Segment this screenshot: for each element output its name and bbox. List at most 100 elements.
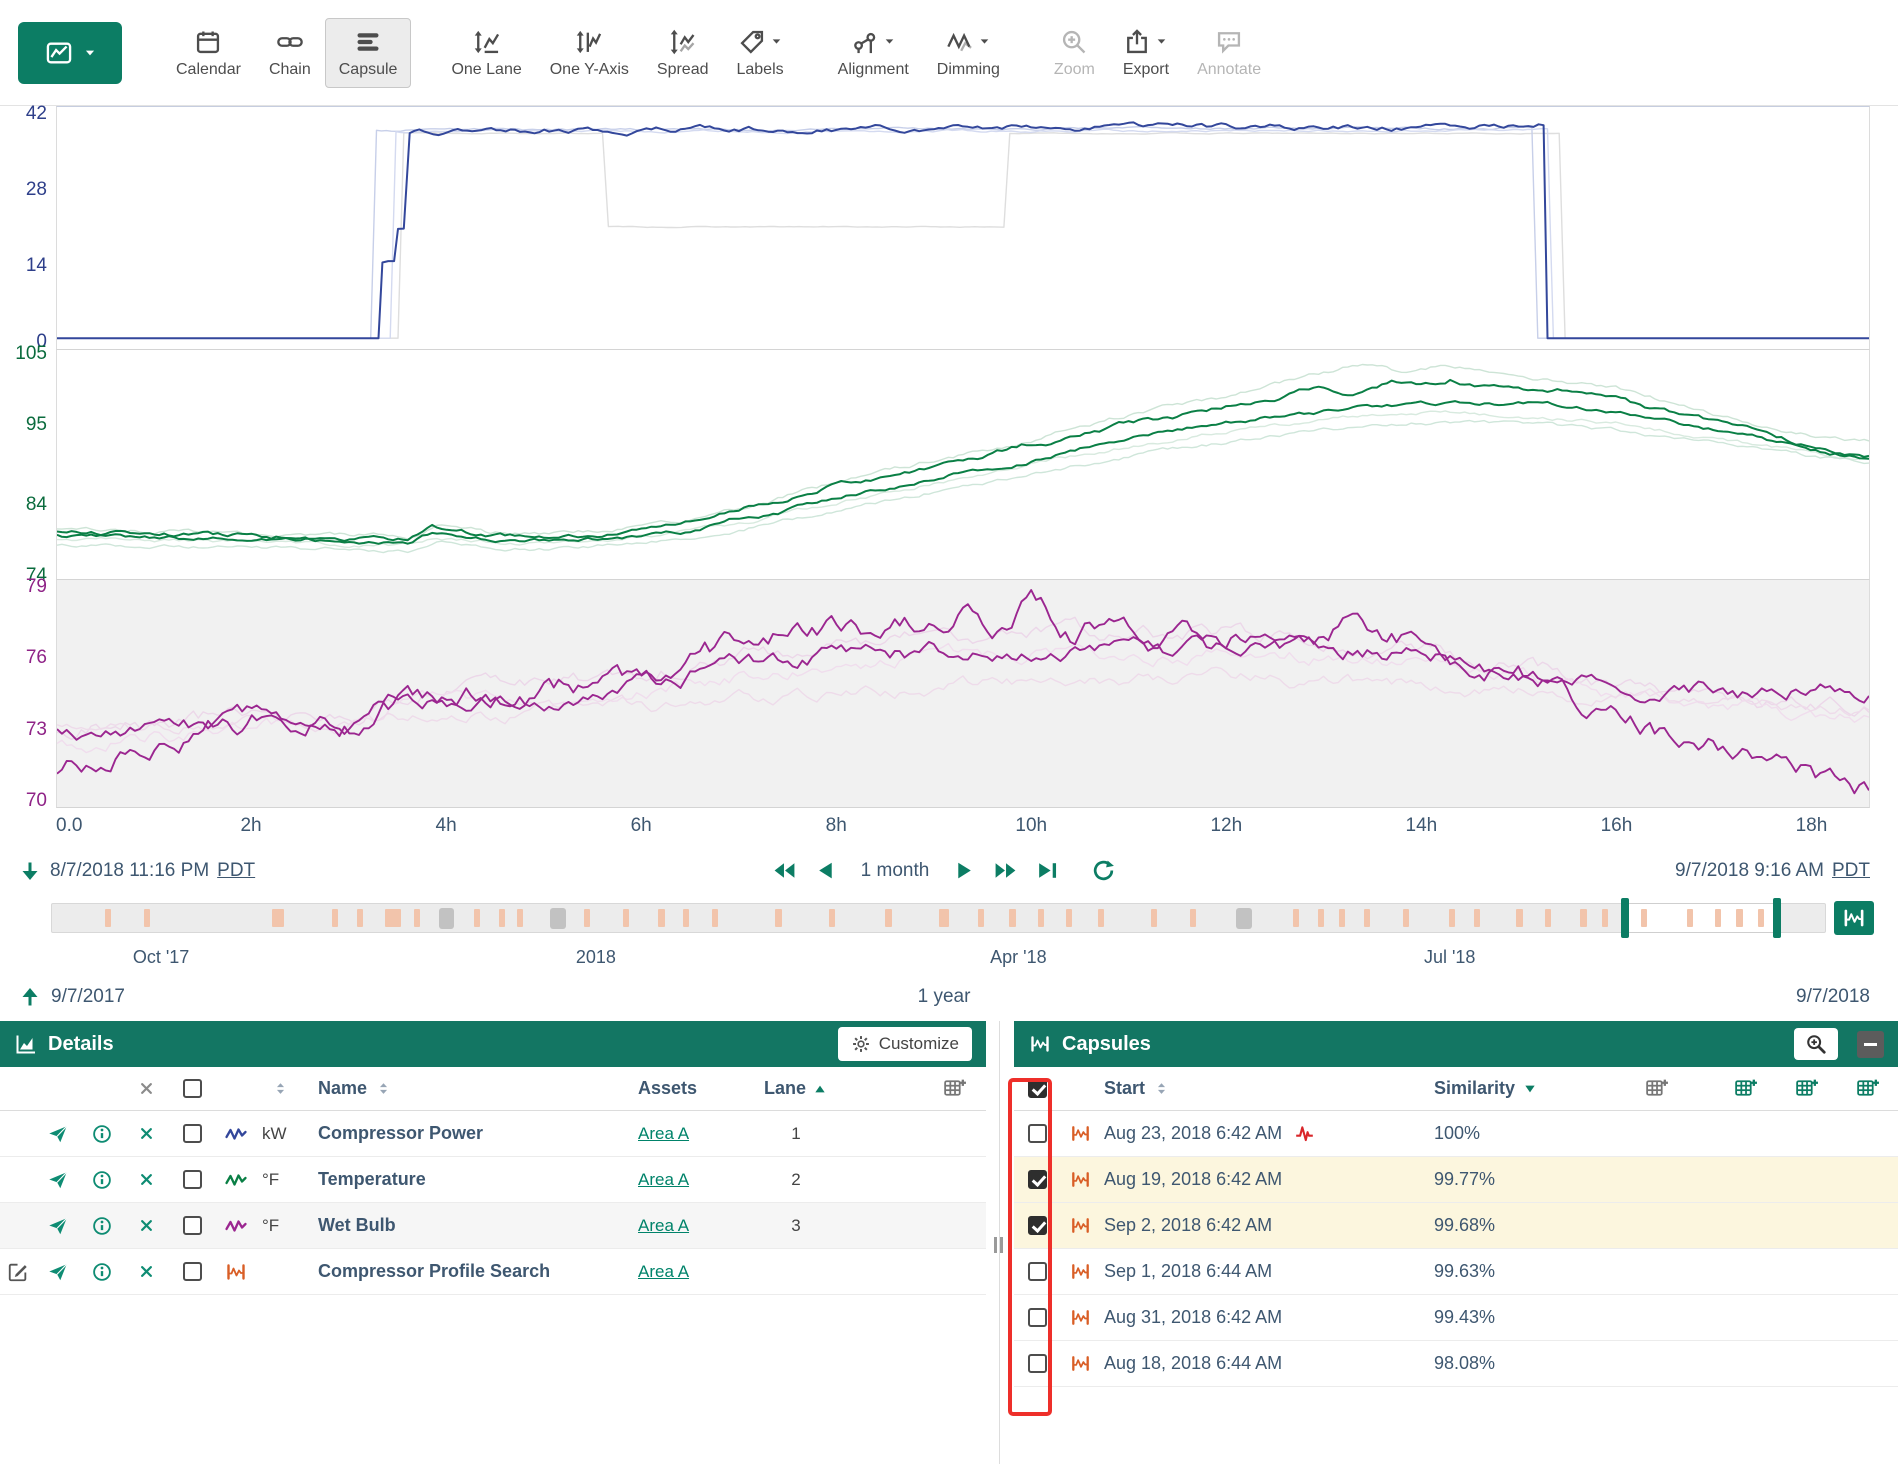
refresh-button[interactable] (1091, 858, 1116, 883)
zoom-to-capsule-button[interactable] (1794, 1028, 1838, 1060)
row-select-checkbox[interactable] (183, 1124, 202, 1143)
y-axis-wet-bulb[interactable]: 79767370 (0, 580, 56, 808)
select-all-capsules-checkbox[interactable] (1028, 1079, 1047, 1098)
timezone-link[interactable]: PDT (217, 860, 255, 882)
capsule-select-checkbox[interactable] (1028, 1262, 1047, 1281)
lane-plot-wet-bulb[interactable] (57, 580, 1869, 807)
toolbar-item-one-y-axis[interactable]: One Y-Axis (536, 18, 643, 88)
select-all-checkbox[interactable] (183, 1079, 202, 1098)
y-axis-temperature[interactable]: 105958474 (0, 350, 56, 580)
sort-ascending-icon[interactable] (812, 1081, 828, 1097)
toolbar-item-alignment[interactable]: Alignment (824, 18, 923, 88)
collapse-panel-button[interactable] (1857, 1031, 1884, 1058)
asset-link[interactable]: Area A (638, 1216, 689, 1236)
sort-icon[interactable] (1153, 1080, 1170, 1097)
y-axis-tick-label: 42 (26, 103, 47, 125)
capsule-row[interactable]: Aug 18, 2018 6:44 AM 98.08% (1014, 1341, 1898, 1387)
lane-plot-compressor-power[interactable] (57, 107, 1869, 349)
column-header-similarity[interactable]: Similarity (1434, 1078, 1515, 1099)
caret-down-icon (978, 35, 991, 48)
sort-icon[interactable] (272, 1080, 289, 1097)
asset-link[interactable]: Area A (638, 1170, 689, 1190)
capsule-select-checkbox[interactable] (1028, 1170, 1047, 1189)
toolbar-item-spread[interactable]: Spread (643, 18, 723, 88)
column-header-assets[interactable]: Assets (620, 1078, 750, 1099)
sort-icon[interactable] (375, 1080, 392, 1097)
capsule-row[interactable]: Aug 31, 2018 6:42 AM 99.43% (1014, 1295, 1898, 1341)
capsule-select-checkbox[interactable] (1028, 1124, 1047, 1143)
toolbar-item-capsule[interactable]: Capsule (325, 18, 412, 88)
sort-descending-icon[interactable] (1522, 1081, 1538, 1097)
pan-forward-button[interactable] (951, 858, 976, 883)
capsule-row[interactable]: Aug 19, 2018 6:42 AM 99.77% (1014, 1157, 1898, 1203)
remove-all-icon[interactable] (137, 1079, 156, 1098)
capsule-select-checkbox[interactable] (1028, 1354, 1047, 1373)
edit-icon[interactable] (7, 1261, 29, 1283)
pan-back-button[interactable] (814, 858, 839, 883)
customize-button[interactable]: Customize (838, 1027, 972, 1061)
details-row-wet-bulb[interactable]: °F Wet Bulb Area A 3 (0, 1203, 986, 1249)
capsule-row[interactable]: Sep 2, 2018 6:42 AM 99.68% (1014, 1203, 1898, 1249)
remove-icon[interactable] (137, 1124, 156, 1143)
lane-number: 1 (750, 1124, 842, 1144)
capsule-select-checkbox[interactable] (1028, 1216, 1047, 1235)
send-to-icon[interactable] (47, 1215, 69, 1237)
info-icon[interactable] (91, 1215, 113, 1237)
add-column-icon[interactable] (942, 1076, 967, 1101)
info-icon[interactable] (91, 1169, 113, 1191)
add-custom-column-icon[interactable] (1855, 1076, 1880, 1101)
timeline-selection-window[interactable] (1625, 903, 1777, 933)
splitter-grip-icon[interactable] (994, 1237, 1003, 1253)
toolbar-item-export[interactable]: Export (1109, 18, 1183, 88)
timeline-track[interactable] (51, 903, 1826, 933)
remove-icon[interactable] (137, 1262, 156, 1281)
x-axis[interactable]: 0.02h4h6h8h10h12h14h16h18h (56, 808, 1870, 846)
info-icon[interactable] (91, 1261, 113, 1283)
lane-plot-temperature[interactable] (57, 350, 1869, 579)
capsule-row[interactable]: Aug 23, 2018 6:42 AM 100% (1014, 1111, 1898, 1157)
details-row-temperature[interactable]: °F Temperature Area A 2 (0, 1157, 986, 1203)
set-display-start-icon[interactable] (18, 985, 42, 1009)
row-select-checkbox[interactable] (183, 1262, 202, 1281)
capsule-row[interactable]: Sep 1, 2018 6:44 AM 99.63% (1014, 1249, 1898, 1295)
timeline-capsule-mark (550, 908, 566, 929)
pan-fast-back-button[interactable] (772, 858, 797, 883)
column-header-name[interactable]: Name (318, 1078, 367, 1099)
send-to-icon[interactable] (47, 1261, 69, 1283)
capsule-select-checkbox[interactable] (1028, 1308, 1047, 1327)
row-select-checkbox[interactable] (183, 1170, 202, 1189)
pan-fast-forward-button[interactable] (993, 858, 1018, 883)
toolbar-item-calendar[interactable]: Calendar (162, 18, 255, 88)
timezone-link[interactable]: PDT (1832, 860, 1870, 882)
send-to-icon[interactable] (47, 1169, 69, 1191)
column-header-lane[interactable]: Lane (764, 1078, 806, 1099)
asset-link[interactable]: Area A (638, 1124, 689, 1144)
toolbar-item-dimming[interactable]: Dimming (923, 18, 1014, 88)
timeline-capsule-mark (1758, 909, 1764, 927)
step-size-label[interactable]: 1 month (861, 860, 930, 882)
view-mode-button[interactable] (18, 22, 122, 84)
details-row-compressor-profile-search[interactable]: Compressor Profile Search Area A (0, 1249, 986, 1295)
timeline-selection-handle-start[interactable] (1621, 898, 1629, 938)
timeline-selection-handle-end[interactable] (1773, 898, 1781, 938)
column-header-start[interactable]: Start (1104, 1078, 1145, 1099)
toolbar-item-labels[interactable]: Labels (722, 18, 797, 88)
calendar-icon (194, 27, 222, 57)
timeline-capsule-button[interactable] (1834, 901, 1874, 935)
toolbar-item-one-lane[interactable]: One Lane (437, 18, 535, 88)
asset-link[interactable]: Area A (638, 1262, 689, 1282)
row-select-checkbox[interactable] (183, 1216, 202, 1235)
details-row-compressor-power[interactable]: kW Compressor Power Area A 1 (0, 1111, 986, 1157)
remove-icon[interactable] (137, 1170, 156, 1189)
remove-icon[interactable] (137, 1216, 156, 1235)
panel-splitter[interactable] (986, 1021, 1014, 1464)
send-to-icon[interactable] (47, 1123, 69, 1145)
add-column-icon[interactable] (1644, 1076, 1669, 1101)
add-property-column-icon[interactable] (1794, 1076, 1819, 1101)
add-stats-column-icon[interactable] (1733, 1076, 1758, 1101)
pan-to-end-button[interactable] (1035, 858, 1060, 883)
info-icon[interactable] (91, 1123, 113, 1145)
set-investigate-start-icon[interactable] (18, 859, 42, 883)
y-axis-compressor-power[interactable]: 4228140 (0, 106, 56, 350)
toolbar-item-chain[interactable]: Chain (255, 18, 325, 88)
